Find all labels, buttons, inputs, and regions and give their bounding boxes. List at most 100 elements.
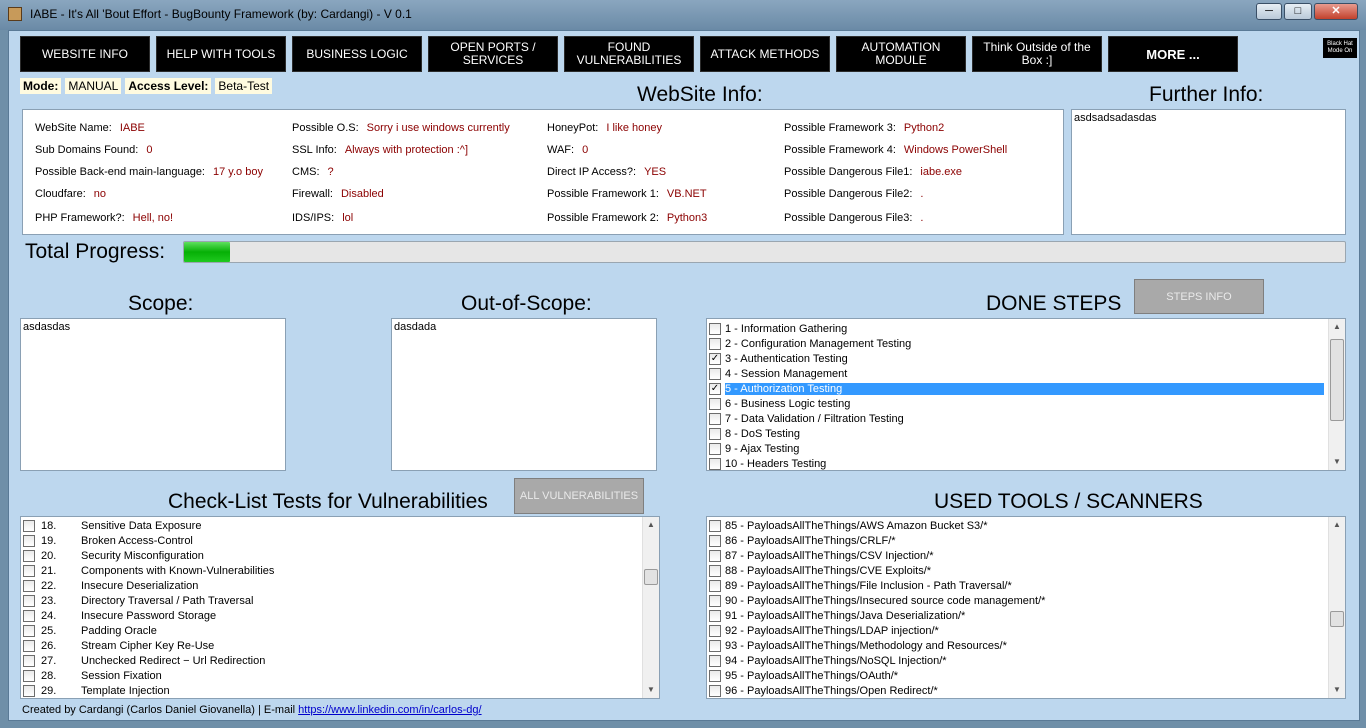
scroll-thumb[interactable]	[644, 569, 658, 585]
checklist-list[interactable]: 18. Sensitive Data Exposure 19. Broken Acce…	[20, 516, 660, 699]
checkbox[interactable]	[23, 684, 35, 697]
nav-think-outside[interactable]: Think Outside of the Box :]	[972, 36, 1102, 72]
tool-item[interactable]: 91 - PayloadsAllTheThings/Java Deseriali…	[709, 608, 965, 623]
checkbox[interactable]	[23, 624, 35, 637]
checkbox[interactable]	[709, 442, 721, 455]
done-step-item[interactable]: ✓ 3 - Authentication Testing	[709, 351, 848, 366]
tool-item[interactable]: 87 - PayloadsAllTheThings/CSV Injection/…	[709, 548, 934, 563]
linkedin-link[interactable]: https://www.linkedin.com/in/carlos-dg/	[298, 704, 481, 716]
checkbox[interactable]	[709, 337, 721, 350]
nav-business-logic[interactable]: BUSINESS LOGIC	[292, 36, 422, 72]
nav-automation-module[interactable]: AUTOMATION MODULE	[836, 36, 966, 72]
scroll-up-icon[interactable]: ▲	[1329, 319, 1345, 335]
tool-item[interactable]: 86 - PayloadsAllTheThings/CRLF/*	[709, 533, 896, 548]
checklist-item[interactable]: 22. Insecure Deserialization	[23, 578, 198, 593]
checkbox[interactable]	[23, 639, 35, 652]
checkbox[interactable]	[709, 579, 721, 592]
tool-item[interactable]: 93 - PayloadsAllTheThings/Methodology an…	[709, 638, 1007, 653]
scroll-thumb[interactable]	[1330, 339, 1344, 421]
done-steps-scrollbar[interactable]: ▲ ▼	[1328, 319, 1345, 470]
tool-item[interactable]: 90 - PayloadsAllTheThings/Insecured sour…	[709, 593, 1045, 608]
scroll-down-icon[interactable]: ▼	[1329, 454, 1345, 470]
done-step-item[interactable]: ✓ 5 - Authorization Testing	[709, 381, 1324, 396]
checkbox[interactable]	[709, 624, 721, 637]
checklist-item[interactable]: 24. Insecure Password Storage	[23, 608, 216, 623]
checkbox[interactable]	[709, 367, 721, 380]
done-step-item[interactable]: 2 - Configuration Management Testing	[709, 336, 911, 351]
checklist-item[interactable]: 27. Unchecked Redirect − Url Redirection	[23, 653, 265, 668]
scope-textbox[interactable]: asdasdas	[20, 318, 286, 471]
scroll-up-icon[interactable]: ▲	[1329, 517, 1345, 533]
nav-found-vulnerabilities[interactable]: FOUND VULNERABILITIES	[564, 36, 694, 72]
checkbox[interactable]	[23, 579, 35, 592]
checklist-item[interactable]: 28. Session Fixation	[23, 668, 162, 683]
scroll-down-icon[interactable]: ▼	[1329, 682, 1345, 698]
tools-list[interactable]: 85 - PayloadsAllTheThings/AWS Amazon Buc…	[706, 516, 1346, 699]
done-step-item[interactable]: 1 - Information Gathering	[709, 321, 847, 336]
nav-more[interactable]: MORE ...	[1108, 36, 1238, 72]
tool-item[interactable]: 94 - PayloadsAllTheThings/NoSQL Injectio…	[709, 653, 947, 668]
scroll-thumb[interactable]	[1330, 611, 1344, 627]
checklist-item[interactable]: 21. Components with Known-Vulnerabilities	[23, 563, 274, 578]
checkbox[interactable]: ✓	[709, 352, 721, 365]
checklist-item[interactable]: 26. Stream Cipher Key Re-Use	[23, 638, 214, 653]
checklist-item[interactable]: 25. Padding Oracle	[23, 623, 157, 638]
checkbox[interactable]	[23, 594, 35, 607]
done-step-item[interactable]: 6 - Business Logic testing	[709, 396, 850, 411]
steps-info-button[interactable]: STEPS INFO	[1134, 279, 1264, 314]
checkbox[interactable]	[709, 609, 721, 622]
black-hat-mode-toggle[interactable]: Black Hat Mode On	[1323, 38, 1357, 58]
checkbox[interactable]	[709, 594, 721, 607]
out-of-scope-textbox[interactable]: dasdada	[391, 318, 657, 471]
done-steps-list[interactable]: 1 - Information Gathering 2 - Configurati…	[706, 318, 1346, 471]
done-step-item[interactable]: 7 - Data Validation / Filtration Testing	[709, 411, 904, 426]
scroll-up-icon[interactable]: ▲	[643, 517, 659, 533]
checkbox[interactable]	[709, 427, 721, 440]
maximize-button[interactable]: □	[1284, 3, 1312, 20]
checkbox[interactable]	[709, 654, 721, 667]
nav-website-info[interactable]: WEBSITE INFO	[20, 36, 150, 72]
checkbox[interactable]	[709, 322, 721, 335]
checkbox[interactable]	[23, 519, 35, 532]
checklist-item[interactable]: 18. Sensitive Data Exposure	[23, 518, 201, 533]
checkbox[interactable]: ✓	[709, 382, 721, 395]
minimize-button[interactable]: ─	[1256, 3, 1282, 20]
all-vulnerabilities-button[interactable]: ALL VULNERABILITIES	[514, 478, 644, 514]
checkbox[interactable]	[709, 519, 721, 532]
close-button[interactable]: ✕	[1314, 3, 1358, 20]
checkbox[interactable]	[23, 534, 35, 547]
tool-item[interactable]: 89 - PayloadsAllTheThings/File Inclusion…	[709, 578, 1012, 593]
checkbox[interactable]	[709, 457, 721, 470]
checkbox[interactable]	[709, 534, 721, 547]
checkbox[interactable]	[23, 549, 35, 562]
checklist-item[interactable]: 19. Broken Access-Control	[23, 533, 193, 548]
checkbox[interactable]	[709, 564, 721, 577]
tool-item[interactable]: 95 - PayloadsAllTheThings/OAuth/*	[709, 668, 898, 683]
tool-item[interactable]: 96 - PayloadsAllTheThings/Open Redirect/…	[709, 683, 938, 698]
nav-help-with-tools[interactable]: HELP WITH TOOLS	[156, 36, 286, 72]
tools-scrollbar[interactable]: ▲ ▼	[1328, 517, 1345, 698]
further-info-textbox[interactable]: asdsadsadasdas	[1071, 109, 1346, 235]
tool-item[interactable]: 88 - PayloadsAllTheThings/CVE Exploits/*	[709, 563, 931, 578]
tool-item[interactable]: 85 - PayloadsAllTheThings/AWS Amazon Buc…	[709, 518, 988, 533]
checkbox[interactable]	[709, 684, 721, 697]
checkbox[interactable]	[709, 549, 721, 562]
nav-open-ports[interactable]: OPEN PORTS / SERVICES	[428, 36, 558, 72]
checklist-item[interactable]: 29. Template Injection	[23, 683, 170, 698]
tool-item[interactable]: 92 - PayloadsAllTheThings/LDAP injection…	[709, 623, 939, 638]
checkbox[interactable]	[709, 397, 721, 410]
checklist-item[interactable]: 20. Security Misconfiguration	[23, 548, 204, 563]
checkbox[interactable]	[23, 564, 35, 577]
scroll-down-icon[interactable]: ▼	[643, 682, 659, 698]
done-step-item[interactable]: 4 - Session Management	[709, 366, 847, 381]
checklist-scrollbar[interactable]: ▲ ▼	[642, 517, 659, 698]
done-step-item[interactable]: 10 - Headers Testing	[709, 456, 826, 470]
done-step-item[interactable]: 8 - DoS Testing	[709, 426, 800, 441]
checkbox[interactable]	[709, 639, 721, 652]
checkbox[interactable]	[23, 609, 35, 622]
checkbox[interactable]	[23, 669, 35, 682]
checkbox[interactable]	[709, 669, 721, 682]
checkbox[interactable]	[23, 654, 35, 667]
checklist-item[interactable]: 23. Directory Traversal / Path Traversal	[23, 593, 253, 608]
nav-attack-methods[interactable]: ATTACK METHODS	[700, 36, 830, 72]
